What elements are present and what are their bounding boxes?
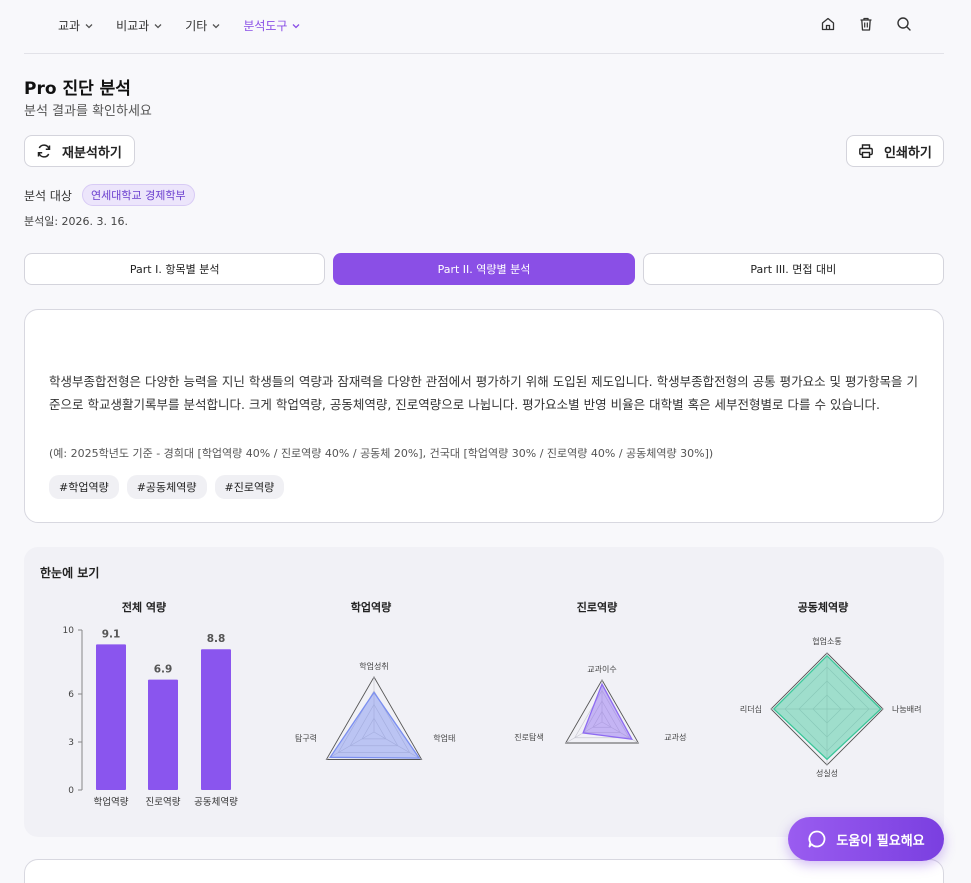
print-button[interactable]: 인쇄하기 — [846, 135, 944, 167]
x-category-label: 학업역량 — [94, 796, 129, 808]
radar-axis-label: 교과성취 — [664, 733, 687, 742]
tag-community: #공동체역량 — [126, 475, 207, 499]
menu-item-etc[interactable]: 기타 — [185, 17, 221, 34]
next-section-card — [24, 859, 944, 883]
help-label: 도움이 필요해요 — [836, 833, 925, 849]
reanalyze-label: 재분석하기 — [62, 145, 122, 161]
chevron-down-icon — [154, 23, 162, 28]
tab-part-3[interactable]: Part III. 면접 대비 — [642, 253, 944, 285]
chart-title-community: 공동체역량 — [797, 601, 849, 614]
y-tick-label: 10 — [63, 626, 75, 636]
radar-axis-label: 나눔배려 — [892, 704, 921, 714]
page-subtitle: 분석 결과를 확인하세요 — [24, 104, 152, 119]
target-badge: 연세대학교 경제학부 — [81, 184, 195, 206]
y-tick-label: 3 — [68, 738, 74, 748]
radar-value-area — [772, 654, 882, 761]
part-tabs: Part I. 항목별 분석 Part II. 역량별 분석 Part III.… — [24, 253, 944, 285]
menu-item-label: 기타 — [185, 19, 208, 33]
trash-icon[interactable] — [858, 16, 874, 32]
chart-title-academic: 학업역량 — [350, 601, 392, 614]
radar-axis-label: 진로탐색 — [514, 732, 543, 742]
target-label: 분석 대상 — [24, 188, 72, 203]
radar-value-area — [328, 691, 421, 759]
bar-value-label: 9.1 — [102, 628, 121, 640]
print-label: 인쇄하기 — [884, 145, 932, 161]
radar-axis-label: 리더십 — [740, 705, 762, 714]
bar — [148, 679, 178, 790]
info-text: 학생부종합전형은 다양한 능력을 지닌 학생들의 역량과 잠재력을 다양한 관점… — [49, 374, 918, 412]
radar-axis-label: 교과이수 — [587, 664, 616, 674]
bar-value-label: 6.9 — [154, 664, 173, 676]
home-icon[interactable] — [820, 16, 836, 32]
page-title: Pro 진단 분석 — [24, 79, 131, 99]
reanalyze-button[interactable]: 재분석하기 — [24, 135, 135, 167]
bar-value-label: 8.8 — [207, 633, 226, 645]
chevron-down-icon — [212, 23, 220, 28]
top-nav: 교과 비교과 기타 분석도구 — [24, 0, 944, 54]
tab-part-2[interactable]: Part II. 역량별 분석 — [333, 253, 635, 285]
radar-axis-label: 협업소통 — [812, 636, 841, 646]
menu-item-label: 비교과 — [116, 19, 150, 33]
x-category-label: 공동체역량 — [194, 796, 238, 808]
help-button[interactable]: 도움이 필요해요 — [788, 817, 944, 861]
radar-axis-label: 학업태도 — [433, 733, 456, 743]
page: 교과 비교과 기타 분석도구 Pro 진단 분석 분석 결과를 확인하세요 재분… — [0, 0, 971, 883]
chart-title-overall: 전체 역량 — [121, 601, 167, 614]
main-menu: 교과 비교과 기타 분석도구 — [58, 17, 301, 34]
menu-item-label: 분석도구 — [243, 19, 288, 33]
radar-chart-community: 협업소통나눔배려성실성 리더십 — [740, 636, 922, 778]
bar-chart-overall: 0 3 6 10 9.1 학업역량 6.9 진로역량 8.8 공동체역량 — [63, 626, 239, 808]
menu-item-label: 교과 — [58, 19, 81, 33]
menu-item-subjects[interactable]: 교과 — [58, 17, 94, 34]
tag-list: #학업역량 #공동체역량 #진로역량 — [49, 475, 285, 499]
analysis-date: 분석일: 2026. 3. 16. — [24, 215, 129, 228]
menu-item-analysis-tools[interactable]: 분석도구 — [243, 17, 301, 34]
radar-axis-label: 학업성취 — [359, 661, 388, 671]
tab-part-1[interactable]: Part I. 항목별 분석 — [24, 253, 326, 285]
info-card: 학생부종합전형은 다양한 능력을 지닌 학생들의 역량과 잠재력을 다양한 관점… — [24, 309, 944, 523]
glance-title: 한눈에 보기 — [40, 566, 100, 580]
tag-career: #진로역량 — [214, 475, 285, 499]
chevron-down-icon — [85, 23, 93, 28]
analysis-target: 분석 대상 연세대학교 경제학부 — [24, 184, 195, 206]
glance-panel: 한눈에 보기 전체 역량 학업역량 진로역량 공동체역량 0 3 6 10 9.1 학업역… — [24, 547, 944, 837]
bar — [96, 644, 126, 790]
radar-chart-academic: 학업성취학업태도 탐구력 — [295, 661, 456, 760]
radar-axis-label: 탐구력 — [295, 733, 317, 743]
nav-icons — [820, 16, 912, 32]
y-tick-label: 6 — [68, 690, 74, 700]
bar — [201, 649, 231, 790]
radar-value-area — [582, 682, 634, 741]
search-icon[interactable] — [896, 16, 912, 32]
chat-bubble-icon — [808, 830, 826, 848]
menu-item-extracurricular[interactable]: 비교과 — [116, 17, 163, 34]
chevron-down-icon — [293, 23, 300, 28]
y-tick-label: 0 — [68, 786, 74, 796]
chart-title-career: 진로역량 — [576, 601, 618, 614]
x-category-label: 진로역량 — [146, 796, 181, 808]
refresh-icon — [37, 144, 51, 158]
radar-chart-career: 교과이수교과성취 진로탐색 — [514, 664, 687, 744]
printer-icon — [859, 144, 873, 159]
tag-academic: #학업역량 — [49, 475, 119, 499]
radar-axis-label: 성실성 — [816, 768, 838, 778]
info-example: (예: 2025학년도 기준 - 경희대 [학업역량 40% / 진로역량 40… — [49, 447, 714, 460]
